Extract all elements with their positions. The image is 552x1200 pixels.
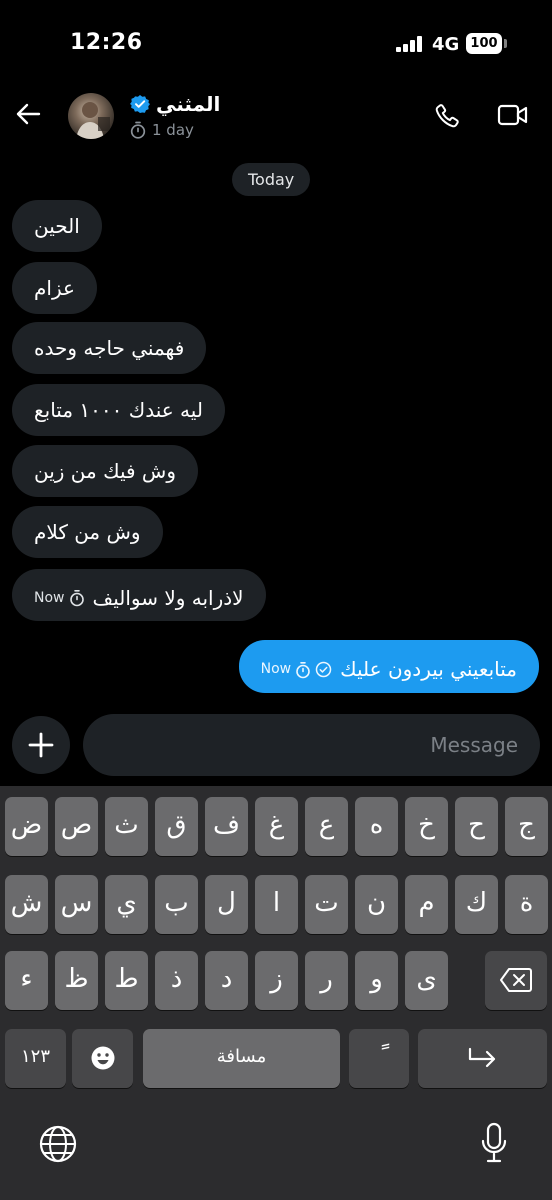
verified-badge-icon (130, 95, 150, 113)
message-text: الحين (34, 214, 80, 238)
key[interactable]: ل (205, 875, 248, 934)
key[interactable]: ذ (155, 951, 198, 1010)
disappearing-timer-label: 1 day (152, 121, 194, 139)
cellular-signal-icon (396, 36, 422, 52)
key[interactable]: ع (305, 797, 348, 856)
message-text: لاذرابه ولا سواليف (92, 586, 244, 610)
battery-tip (504, 39, 507, 48)
message-text: وش فيك من زين (34, 459, 176, 483)
key[interactable]: ص (55, 797, 98, 856)
timer-icon (69, 590, 84, 607)
microphone-icon[interactable] (480, 1122, 508, 1164)
diacritic-key[interactable]: ً (349, 1029, 409, 1088)
message-meta: Now (34, 572, 85, 624)
message-text: متابعيني بيردون عليك (340, 657, 517, 681)
key[interactable]: ي (105, 875, 148, 934)
key[interactable]: ن (355, 875, 398, 934)
incoming-message[interactable]: وش من كلام (12, 506, 163, 558)
message-input[interactable] (83, 714, 540, 776)
message-text: فهمني حاجه وحده (34, 336, 185, 360)
incoming-message[interactable]: وش فيك من زين (12, 445, 198, 497)
key[interactable]: م (405, 875, 448, 934)
incoming-message[interactable]: عزام (12, 262, 97, 314)
read-receipt-icon (315, 661, 332, 678)
key[interactable]: ق (155, 797, 198, 856)
incoming-message[interactable]: فهمني حاجه وحده (12, 322, 207, 374)
key[interactable]: غ (255, 797, 298, 856)
key[interactable]: ر (305, 951, 348, 1010)
incoming-message[interactable]: Now لاذرابه ولا سواليف (12, 569, 266, 621)
key[interactable]: ى (405, 951, 448, 1010)
avatar[interactable] (68, 93, 114, 139)
battery-icon: 100 (466, 33, 502, 54)
key[interactable]: ك (455, 875, 498, 934)
emoji-key[interactable] (72, 1029, 133, 1088)
add-attachment-button[interactable] (12, 716, 70, 774)
key[interactable]: خ (405, 797, 448, 856)
contact-name: المثني (156, 92, 221, 116)
emoji-icon (91, 1046, 114, 1070)
message-time: Now (34, 590, 65, 606)
incoming-message[interactable]: ليه عندك ١٠٠٠ متابع (12, 384, 225, 436)
timer-icon (130, 121, 146, 139)
message-text: عزام (34, 276, 75, 300)
key[interactable]: ث (105, 797, 148, 856)
globe-icon[interactable] (38, 1124, 78, 1164)
key[interactable]: د (205, 951, 248, 1010)
contact-name-row[interactable]: المثني (130, 92, 220, 116)
key[interactable]: ط (105, 951, 148, 1010)
key[interactable]: ف (205, 797, 248, 856)
key[interactable]: ح (455, 797, 498, 856)
incoming-message[interactable]: الحين (12, 200, 102, 252)
key[interactable]: ظ (55, 951, 98, 1010)
key[interactable]: ج (505, 797, 548, 856)
back-arrow-icon[interactable] (14, 100, 42, 128)
backspace-key[interactable] (485, 951, 547, 1010)
date-separator: Today (232, 163, 311, 196)
avatar-photo-icon (76, 102, 110, 139)
backspace-icon (500, 968, 532, 992)
status-bar: 12:26 4G 100 (0, 0, 552, 90)
key[interactable]: ة (505, 875, 548, 934)
phone-call-icon[interactable] (433, 102, 461, 130)
return-key[interactable] (418, 1029, 547, 1088)
message-text: ليه عندك ١٠٠٠ متابع (34, 398, 203, 422)
plus-icon (28, 732, 54, 758)
numbers-key[interactable]: ١٢٣ (5, 1029, 66, 1088)
message-meta: Now (261, 643, 333, 696)
outgoing-message[interactable]: Now متابعيني بيردون عليك (238, 640, 539, 696)
key[interactable]: س (55, 875, 98, 934)
key[interactable]: ه (355, 797, 398, 856)
message-time: Now (260, 661, 292, 677)
timer-icon (296, 661, 310, 678)
key[interactable]: ش (5, 875, 48, 934)
return-arrow-icon (468, 1047, 495, 1068)
video-call-icon[interactable] (497, 102, 529, 128)
key[interactable]: ض (5, 797, 48, 856)
status-time: 12:26 (70, 30, 143, 55)
message-text: وش من كلام (34, 520, 141, 544)
key[interactable]: ت (305, 875, 348, 934)
network-type: 4G (432, 34, 460, 55)
key[interactable]: و (355, 951, 398, 1010)
key[interactable]: ء (5, 951, 48, 1010)
key[interactable]: ب (155, 875, 198, 934)
key[interactable]: ز (255, 951, 298, 1010)
conversation-header: المثني 1 day (0, 90, 552, 150)
key[interactable]: ا (255, 875, 298, 934)
space-key[interactable]: مسافة (143, 1029, 340, 1088)
disappearing-timer-row: 1 day (130, 121, 194, 139)
